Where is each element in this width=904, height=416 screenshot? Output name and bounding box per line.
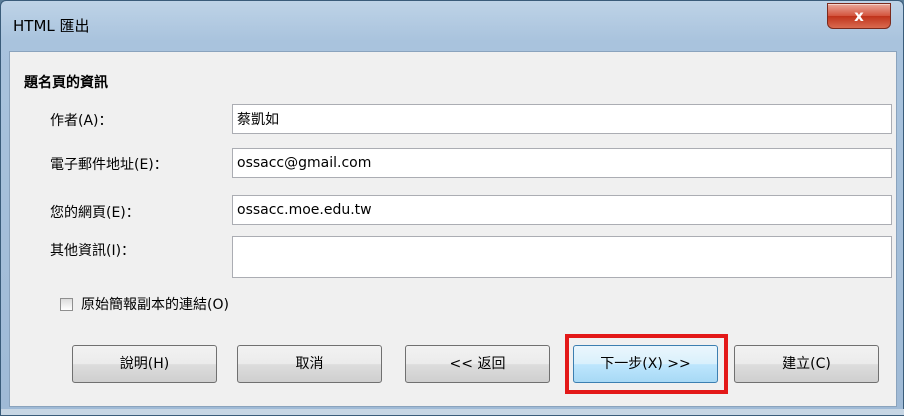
dialog-body: 題名頁的資訊 作者(A)： 蔡凱如 電子郵件地址(E)： ossacc@gmai… bbox=[9, 51, 897, 407]
author-field[interactable]: 蔡凱如 bbox=[232, 104, 892, 134]
original-copy-link-option[interactable]: 原始簡報副本的連結(O) bbox=[60, 294, 229, 314]
window-title: HTML 匯出 bbox=[13, 17, 90, 35]
section-title: 題名頁的資訊 bbox=[24, 75, 108, 91]
back-button[interactable]: << 返回 bbox=[405, 345, 550, 383]
email-label: 電子郵件地址(E)： bbox=[50, 157, 168, 173]
cancel-button[interactable]: 取消 bbox=[237, 345, 382, 383]
homepage-label: 您的網頁(E)： bbox=[50, 205, 140, 221]
title-bar: HTML 匯出 x bbox=[1, 1, 903, 45]
next-button-highlight bbox=[565, 334, 728, 394]
close-icon: x bbox=[854, 7, 864, 25]
html-export-dialog: HTML 匯出 x 題名頁的資訊 作者(A)： 蔡凱如 電子郵件地址(E)： o… bbox=[0, 0, 904, 416]
original-copy-link-checkbox[interactable] bbox=[60, 297, 73, 311]
close-button[interactable]: x bbox=[827, 3, 891, 29]
window-bottom-strip bbox=[1, 409, 904, 415]
author-label: 作者(A)： bbox=[50, 113, 113, 129]
create-button[interactable]: 建立(C) bbox=[734, 345, 879, 383]
email-field[interactable]: ossacc@gmail.com bbox=[232, 148, 892, 178]
other-info-field[interactable] bbox=[232, 236, 892, 278]
original-copy-link-label: 原始簡報副本的連結(O) bbox=[81, 297, 229, 313]
help-button[interactable]: 說明(H) bbox=[72, 345, 217, 383]
homepage-field[interactable]: ossacc.moe.edu.tw bbox=[232, 195, 892, 225]
other-info-label: 其他資訊(I)： bbox=[50, 243, 136, 259]
